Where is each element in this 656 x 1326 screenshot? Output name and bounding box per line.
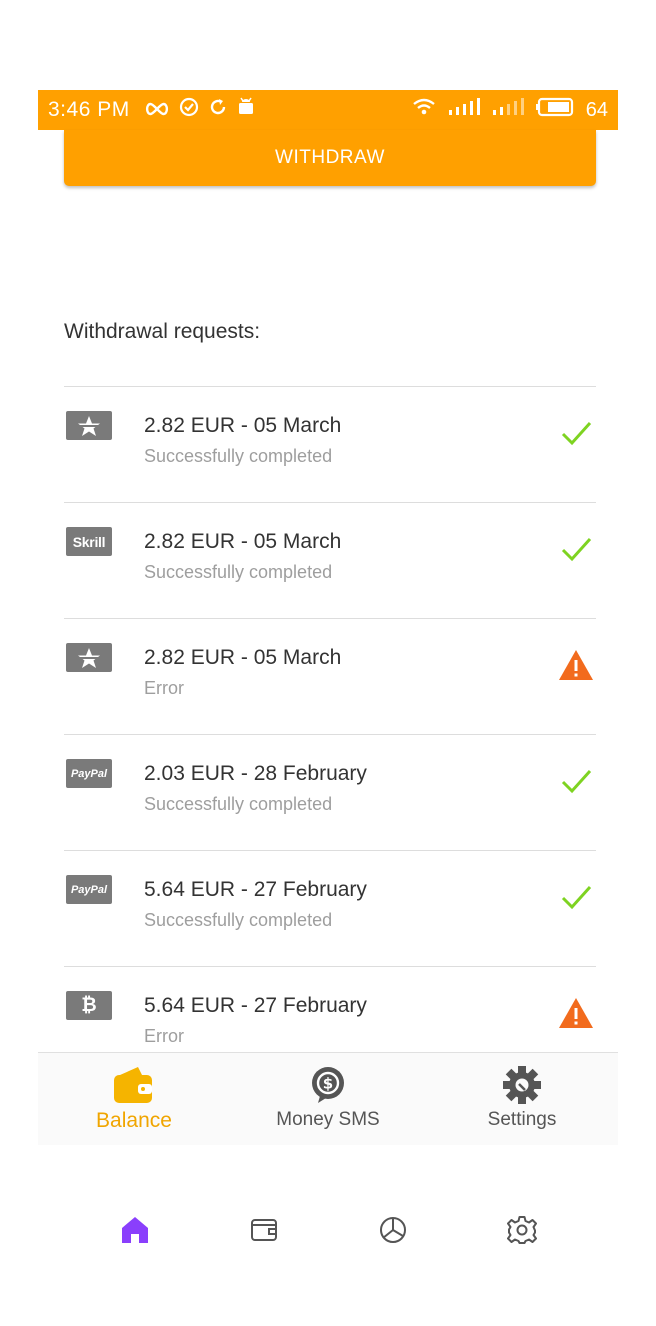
withdrawal-request-item[interactable]: 2.82 EUR - 05 March Successfully complet… <box>64 386 596 502</box>
bottom-navigation: Balance $ Money SMS Settings <box>38 1052 618 1145</box>
request-amount-date: 2.82 EUR - 05 March <box>144 414 342 437</box>
request-status-text: Successfully completed <box>144 910 333 930</box>
skrill-icon: Skrill <box>66 527 112 556</box>
request-status-text: Successfully completed <box>144 794 333 814</box>
check-icon <box>556 531 596 567</box>
status-time: 3:46 PM <box>48 98 130 121</box>
withdraw-button[interactable]: WITHDRAW <box>64 130 596 186</box>
withdrawal-request-item[interactable]: Skrill 2.82 EUR - 05 March Successfully … <box>64 502 596 618</box>
check-icon <box>556 415 596 451</box>
infinity-icon <box>144 98 170 122</box>
nav-settings-label: Settings <box>487 1109 557 1130</box>
warning-icon <box>556 995 596 1031</box>
pie-chart-icon[interactable] <box>375 1212 411 1248</box>
bitcoin-logo-text: ₿ <box>81 994 97 1016</box>
withdrawal-request-item[interactable]: PayPal 5.64 EUR - 27 February Successful… <box>64 850 596 966</box>
nav-balance-label: Balance <box>96 1109 172 1132</box>
paypal-logo-text: PayPal <box>70 883 108 896</box>
withdrawal-request-item[interactable]: 2.82 EUR - 05 March Error <box>64 618 596 734</box>
nav-money-sms[interactable]: $ Money SMS <box>238 1065 418 1131</box>
request-amount-date: 5.64 EUR - 27 February <box>144 994 367 1017</box>
android-icon <box>237 97 255 123</box>
wallet-outline-icon[interactable] <box>246 1212 282 1248</box>
request-status-text: Successfully completed <box>144 446 333 466</box>
paypal-icon: PayPal <box>66 759 112 788</box>
gear-outline-icon[interactable] <box>504 1212 540 1248</box>
paypal-icon: PayPal <box>66 875 112 904</box>
skrill-logo-text: Skrill <box>72 533 106 550</box>
check-icon <box>556 763 596 799</box>
status-bar: 3:46 PM 64 <box>38 90 618 130</box>
nav-settings[interactable]: Settings <box>432 1065 612 1131</box>
withdrawal-request-item[interactable]: PayPal 2.03 EUR - 28 February Successful… <box>64 734 596 850</box>
money-sms-icon: $ <box>238 1065 418 1105</box>
battery-icon <box>535 97 574 123</box>
withdrawal-requests-title: Withdrawal requests: <box>64 320 261 343</box>
nav-balance[interactable]: Balance <box>44 1065 224 1133</box>
sync-icon <box>208 97 228 123</box>
request-status-text: Successfully completed <box>144 562 333 582</box>
nav-money-sms-label: Money SMS <box>276 1109 380 1130</box>
warning-icon <box>556 647 596 683</box>
request-amount-date: 2.82 EUR - 05 March <box>144 646 342 669</box>
withdrawal-request-list: 2.82 EUR - 05 March Successfully complet… <box>64 386 596 1082</box>
request-amount-date: 2.03 EUR - 28 February <box>144 762 367 785</box>
check-icon <box>556 879 596 915</box>
bitcoin-icon: ₿ <box>66 991 112 1020</box>
paypal-logo-text: PayPal <box>70 767 108 780</box>
signal-weak-icon <box>492 98 524 122</box>
request-amount-date: 2.82 EUR - 05 March <box>144 530 342 553</box>
system-navigation <box>0 1196 656 1266</box>
svg-text:$: $ <box>323 1075 333 1093</box>
settings-gear-icon <box>432 1065 612 1105</box>
wifi-icon <box>412 98 436 122</box>
wallet-icon <box>44 1065 224 1105</box>
star-payout-icon <box>66 643 112 672</box>
star-payout-icon <box>66 411 112 440</box>
request-status-text: Error <box>144 1026 184 1046</box>
battery-percent: 64 <box>585 98 608 121</box>
check-circle-icon <box>179 97 199 123</box>
request-amount-date: 5.64 EUR - 27 February <box>144 878 367 901</box>
app-screen: 3:46 PM 64 WITHDRAW Withdrawal requests:… <box>38 90 618 1144</box>
signal-icon <box>448 98 480 122</box>
home-icon[interactable] <box>117 1212 153 1248</box>
request-status-text: Error <box>144 678 184 698</box>
